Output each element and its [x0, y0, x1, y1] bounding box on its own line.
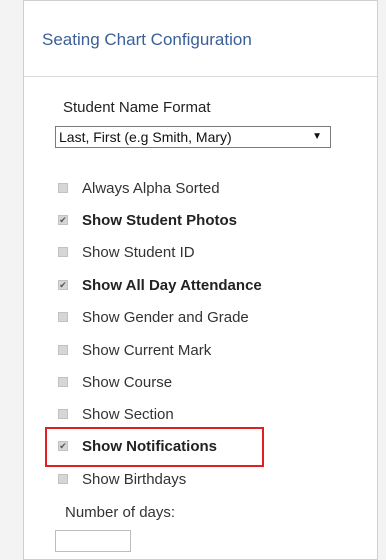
option-label: Show Section — [82, 406, 174, 423]
option-label: Show Gender and Grade — [82, 309, 249, 326]
checkbox[interactable]: ✔ — [58, 215, 68, 225]
panel-title: Seating Chart Configuration — [42, 30, 252, 49]
checkbox[interactable] — [58, 183, 68, 193]
checkbox[interactable]: ✔ — [58, 280, 68, 290]
option-label: Show Student ID — [82, 244, 195, 261]
option-label: Show Course — [82, 374, 173, 391]
checkbox[interactable] — [58, 312, 68, 322]
option-label: Show Student Photos — [82, 212, 237, 229]
checkbox[interactable] — [58, 377, 68, 387]
option-label: Show All Day Attendance — [82, 277, 262, 294]
checkbox[interactable] — [58, 247, 68, 257]
number-of-days-label: Number of days: — [65, 504, 176, 521]
chevron-down-icon: ▼ — [312, 131, 322, 142]
number-of-days-input[interactable] — [55, 530, 131, 552]
name-format-label: Student Name Format — [63, 99, 211, 116]
option-label: Show Birthdays — [82, 471, 187, 488]
checkbox[interactable] — [58, 409, 68, 419]
panel-header: Seating Chart Configuration — [24, 1, 377, 77]
option-label: Always Alpha Sorted — [82, 180, 220, 197]
checkbox[interactable] — [58, 345, 68, 355]
name-format-selected-value: Last, First (e.g Smith, Mary) — [59, 129, 232, 145]
highlight-box — [45, 427, 264, 467]
checkbox[interactable] — [58, 474, 68, 484]
option-label: Show Current Mark — [82, 342, 212, 359]
name-format-select[interactable]: Last, First (e.g Smith, Mary) ▼ — [55, 126, 331, 148]
seating-chart-config-panel: Seating Chart Configuration Student Name… — [23, 0, 378, 560]
